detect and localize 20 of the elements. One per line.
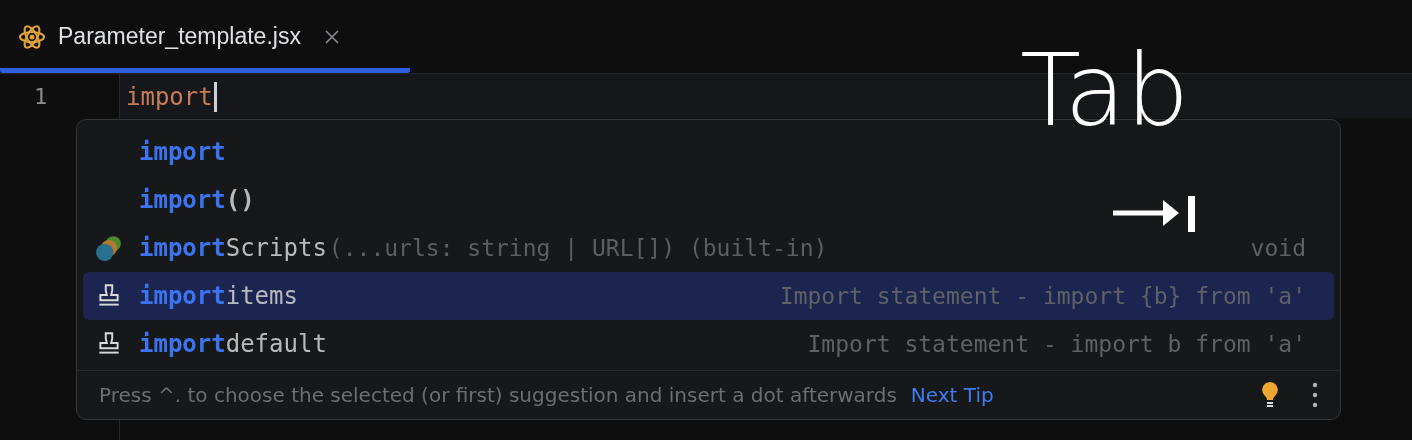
item-description: Import statement - import {b} from 'a' xyxy=(779,283,1306,309)
close-icon xyxy=(324,29,339,44)
atom-icon xyxy=(18,22,46,51)
more-icon xyxy=(1312,382,1318,408)
item-description: Import statement - import b from 'a' xyxy=(807,331,1306,357)
completion-item[interactable]: importitems Import statement - import {b} from 'a' xyxy=(83,272,1334,320)
code-text: import xyxy=(126,83,213,111)
completion-item[interactable]: import() xyxy=(83,176,1334,224)
file-tab[interactable]: Parameter_template.jsx xyxy=(0,0,410,73)
lightbulb-icon xyxy=(1260,381,1280,409)
next-tip-link[interactable]: Next Tip xyxy=(910,383,994,407)
signature-text: (...urls: string | URL[]) (built-in) xyxy=(328,235,828,261)
tab-key-icon xyxy=(1113,194,1197,234)
return-type: void xyxy=(1250,235,1306,261)
tip-text: Press ^. to choose the selected (or first) suggestion and insert a dot afterwards xyxy=(99,383,897,407)
dots-icon xyxy=(95,234,123,262)
completion-item[interactable]: importdefault Import statement - import b from 'a' xyxy=(83,320,1334,368)
line-number: 1 xyxy=(34,84,48,109)
completion-item[interactable]: importScripts(...urls: string | URL[]) (built-in) void xyxy=(83,224,1334,272)
text-cursor xyxy=(213,82,217,112)
